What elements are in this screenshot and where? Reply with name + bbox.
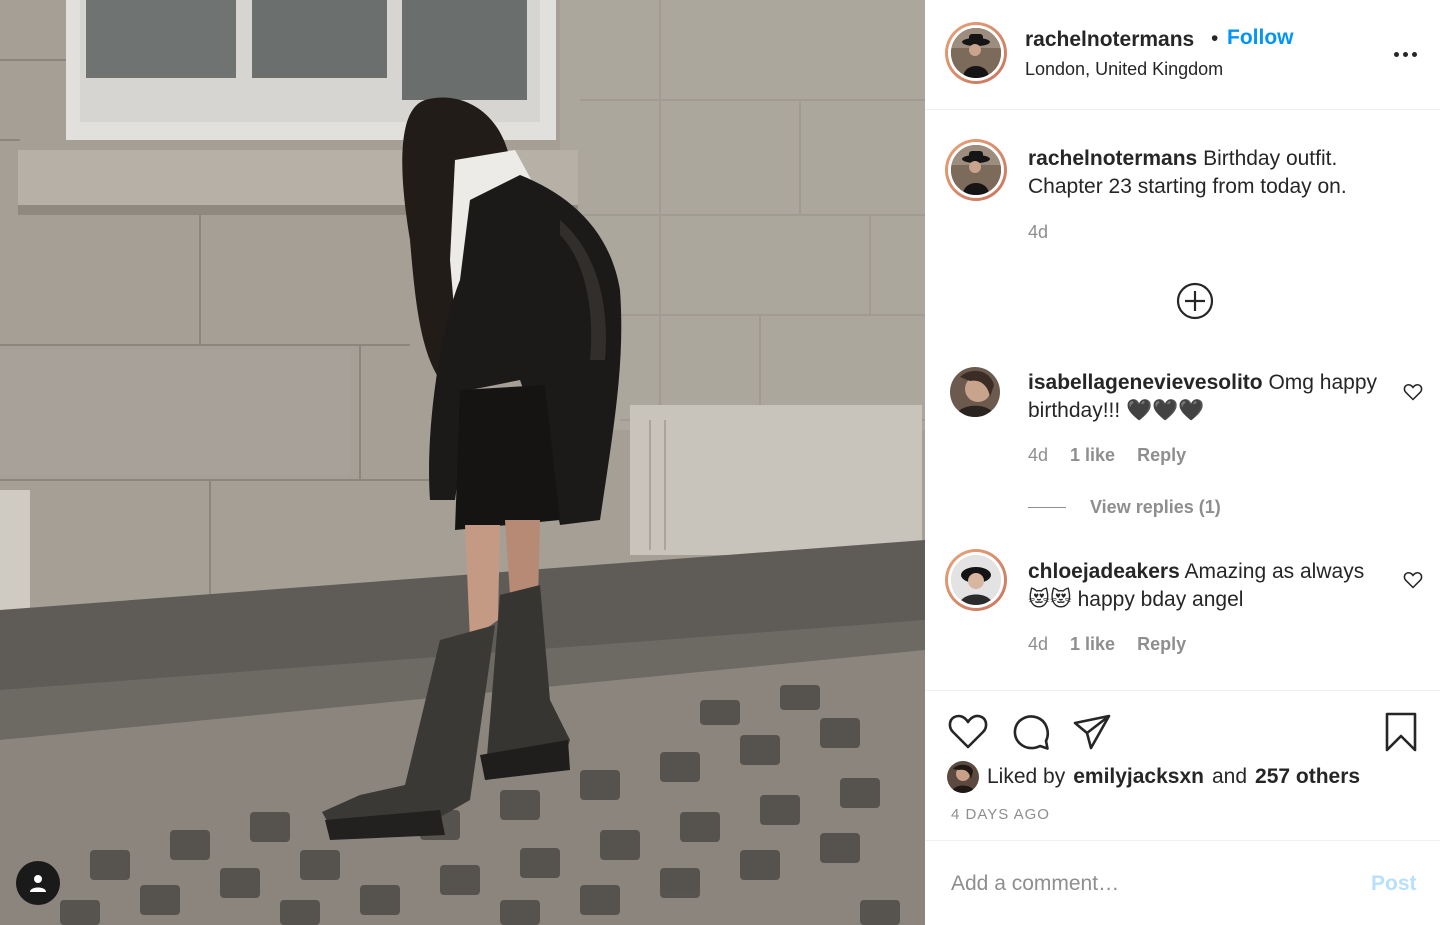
separator-dot: • [1211, 27, 1219, 50]
view-replies-label: View replies (1) [1090, 497, 1221, 517]
user-tag-icon [30, 875, 46, 892]
comment-meta: 4d 1 like Reply [1028, 445, 1186, 466]
add-comment-bar: Post [925, 840, 1440, 925]
caption-avatar-image [951, 145, 1001, 195]
liker-avatar[interactable] [947, 761, 979, 793]
comment-bubble-icon[interactable] [1010, 711, 1052, 753]
comment-time[interactable]: 4d [1028, 445, 1048, 466]
post-sidebar: rachelnotermans • Follow London, United … [925, 0, 1440, 925]
comment-username[interactable]: chloejadeakers [1028, 560, 1180, 583]
post-comment-button[interactable]: Post [1371, 872, 1417, 896]
caption-username[interactable]: rachelnotermans [1028, 147, 1197, 170]
caption-avatar[interactable] [945, 139, 1007, 201]
more-options-icon[interactable] [1391, 40, 1419, 68]
likes-summary: Liked by emilyjacksxn and 257 others [947, 761, 1360, 793]
caption-time[interactable]: 4d [1028, 222, 1048, 243]
liked-by-others[interactable]: 257 others [1255, 765, 1360, 789]
comment-likes[interactable]: 1 like [1070, 445, 1115, 466]
user-tag-button[interactable] [16, 861, 60, 905]
commenter-avatar-image [950, 367, 1000, 417]
replies-divider [1028, 507, 1066, 508]
view-replies-button[interactable]: View replies (1) [1028, 497, 1221, 518]
liked-by-joiner: and [1211, 765, 1248, 788]
bookmark-icon[interactable] [1380, 711, 1422, 753]
post-location[interactable]: London, United Kingdom [1025, 59, 1223, 80]
paper-plane-icon[interactable] [1071, 711, 1113, 753]
author-avatar-image [951, 28, 1001, 78]
commenter-avatar-image [951, 555, 1001, 605]
comment-input[interactable] [951, 867, 1331, 901]
liker-avatar-image [947, 761, 979, 793]
post-photo[interactable] [0, 0, 925, 925]
author-avatar[interactable] [945, 22, 1007, 84]
post-timestamp[interactable]: 4 DAYS AGO [951, 806, 1050, 823]
plus-circle-icon[interactable] [1176, 282, 1214, 320]
liked-by-prefix: Liked by [987, 765, 1066, 788]
post-header: rachelnotermans • Follow London, United … [925, 0, 1440, 110]
post-actions: Liked by emilyjacksxn and 257 others 4 D… [925, 690, 1440, 840]
comment-heart-icon[interactable] [1403, 382, 1423, 402]
comment-meta: 4d 1 like Reply [1028, 634, 1186, 655]
author-username[interactable]: rachelnotermans [1025, 28, 1194, 52]
comment-time[interactable]: 4d [1028, 634, 1048, 655]
follow-button[interactable]: Follow [1227, 26, 1294, 50]
comment-username[interactable]: isabellagenevievesolito [1028, 371, 1263, 394]
liked-by-user[interactable]: emilyjacksxn [1073, 765, 1204, 789]
caption-text: rachelnotermans Birthday outfit. Chapter… [1028, 145, 1388, 201]
commenter-avatar[interactable] [945, 549, 1007, 611]
comment-text: chloejadeakers Amazing as always 😻😻 happ… [1028, 558, 1388, 614]
photo-scene [0, 0, 925, 925]
comment-heart-icon[interactable] [1403, 570, 1423, 590]
comment-text: isabellagenevievesolito Omg happy birthd… [1028, 369, 1388, 425]
reply-button[interactable]: Reply [1137, 634, 1186, 655]
reply-button[interactable]: Reply [1137, 445, 1186, 466]
heart-icon[interactable] [947, 711, 989, 753]
caption-meta: 4d [1028, 222, 1048, 243]
comment-likes[interactable]: 1 like [1070, 634, 1115, 655]
commenter-avatar[interactable] [950, 367, 1000, 417]
comments-section: rachelnotermans Birthday outfit. Chapter… [925, 111, 1440, 690]
